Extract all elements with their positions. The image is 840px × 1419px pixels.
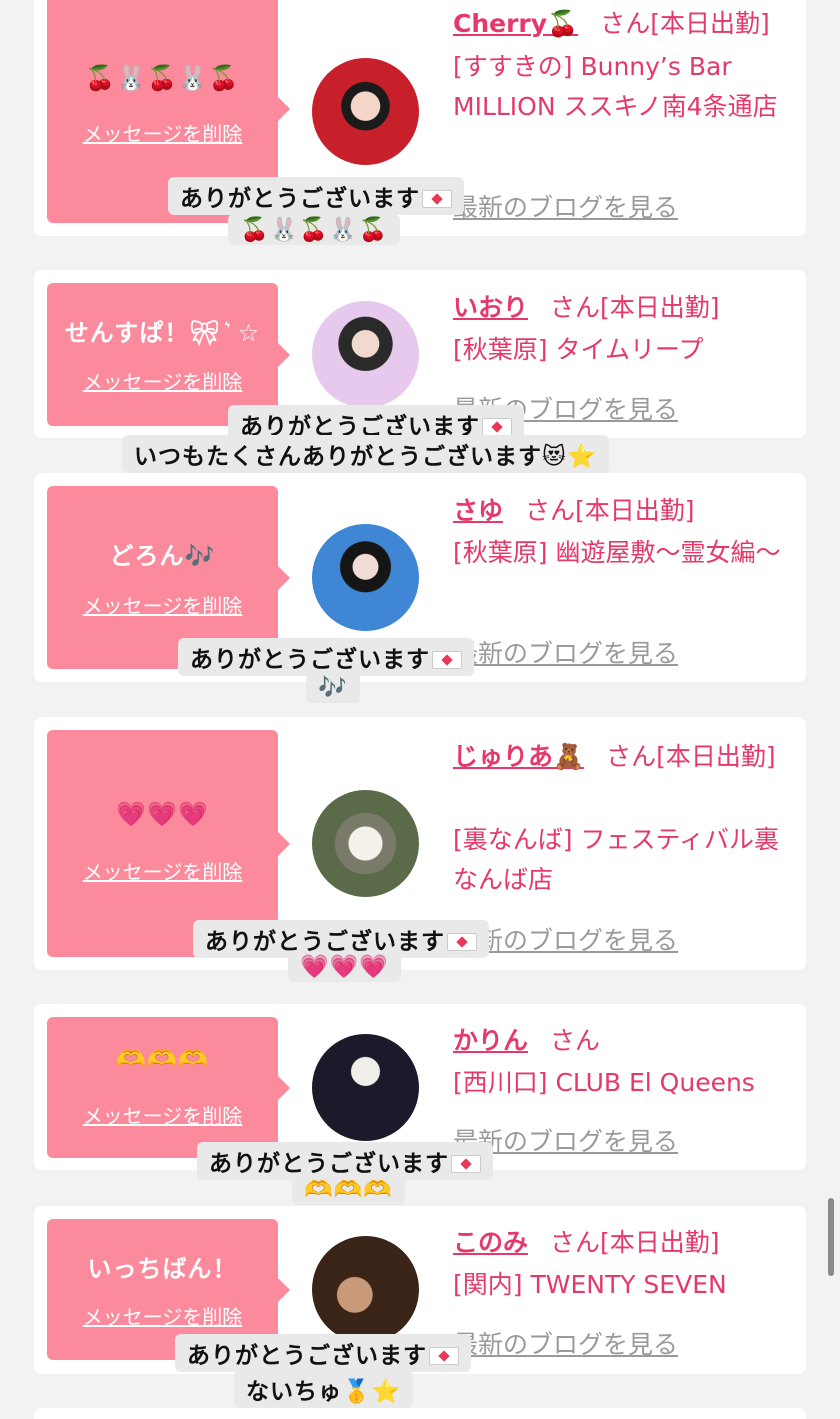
cast-name-line: Cherry🍒 さん[本日出勤] <box>453 4 770 40</box>
reply-text: ありがとうございます <box>190 647 430 673</box>
message-bubble: 🫶🫶🫶 メッセージを削除 <box>47 1017 290 1158</box>
avatar[interactable] <box>312 1236 419 1343</box>
shop-info: [関内] TWENTY SEVEN <box>453 1270 727 1299</box>
message-text: いっちばん！ <box>87 1255 238 1283</box>
cast-name-link[interactable]: このみ <box>453 1228 528 1257</box>
work-status: [本日出勤] <box>600 1228 720 1257</box>
san-label: さん <box>600 9 651 38</box>
envelope-heart-icon <box>451 1155 481 1173</box>
scrollbar-thumb[interactable] <box>828 1198 834 1276</box>
san-label: さん <box>550 293 601 322</box>
reply-bubble-line1: ありがとうございます <box>175 1334 471 1372</box>
shop-info: [裏なんば] フェスティバル裏なんば店 <box>453 825 779 894</box>
cast-name-link[interactable]: じゅりあ🧸 <box>453 742 584 771</box>
reply-bubble-line2: ないちゅ🥇⭐️ <box>234 1370 414 1408</box>
reply-bubble-line2: 💗💗💗 <box>288 951 401 982</box>
avatar[interactable] <box>312 58 419 165</box>
reply-bubble-line2: 🍒🐰🍒🐰🍒 <box>228 214 401 245</box>
latest-blog-link[interactable]: 最新のブログを見る <box>453 634 678 670</box>
avatar[interactable] <box>312 524 419 631</box>
message-text: 💗💗💗 <box>116 800 209 828</box>
message-text: せんすぱ！🎀︎︎ ͛ ☆ <box>64 319 261 347</box>
latest-blog-link[interactable]: 最新のブログを見る <box>453 1325 678 1361</box>
cast-name-line: さゆ さん[本日出勤] <box>453 491 695 527</box>
san-label: さん <box>550 1228 601 1257</box>
reply-bubble-line2: 🎶 <box>306 672 360 703</box>
delete-message-link[interactable]: メッセージを削除 <box>47 366 278 395</box>
envelope-heart-icon <box>422 190 452 208</box>
envelope-heart-icon <box>482 418 512 436</box>
delete-message-link[interactable]: メッセージを削除 <box>47 118 278 147</box>
cast-name-line: じゅりあ🧸 さん[本日出勤] <box>453 735 788 779</box>
cast-name-link[interactable]: Cherry🍒 <box>453 9 578 38</box>
latest-blog-link[interactable]: 最新のブログを見る <box>453 188 678 224</box>
message-text: どろん🎶 <box>109 542 216 570</box>
cast-name-line: このみ さん[本日出勤] <box>453 1223 720 1259</box>
shop-info: [西川口] CLUB El Queens <box>453 1068 755 1097</box>
envelope-heart-icon <box>447 933 477 951</box>
cast-name-line: かりん さん <box>453 1021 600 1057</box>
work-status: [本日出勤] <box>600 293 720 322</box>
envelope-heart-icon <box>429 1347 459 1365</box>
avatar[interactable] <box>312 1034 419 1141</box>
reply-bubble-line2: 🫶🫶🫶 <box>292 1174 405 1205</box>
delete-message-link[interactable]: メッセージを削除 <box>47 1100 278 1129</box>
work-status: [本日出勤] <box>650 9 770 38</box>
reply-bubble-line1: ありがとうございます <box>178 638 474 676</box>
reply-text: ありがとうございます <box>187 1343 427 1369</box>
shop-info: [秋葉原] 幽遊屋敷～霊女編～ <box>453 538 781 567</box>
cast-name-link[interactable]: いおり <box>453 293 528 322</box>
delete-message-link[interactable]: メッセージを削除 <box>47 1301 278 1330</box>
san-label: さん <box>525 496 576 525</box>
message-text: 🍒🐰🍒🐰🍒 <box>85 64 240 92</box>
san-label: さん <box>550 1026 601 1055</box>
cast-name-link[interactable]: さゆ <box>453 496 503 525</box>
shop-info: [秋葉原] タイムリープ <box>453 335 704 364</box>
avatar[interactable] <box>312 790 419 897</box>
message-text: 🫶🫶🫶 <box>116 1045 209 1073</box>
envelope-heart-icon <box>432 651 462 669</box>
cast-name-link[interactable]: かりん <box>453 1026 528 1055</box>
work-status: [本日出勤] <box>575 496 695 525</box>
san-label: さん <box>606 742 657 771</box>
shop-info: [すすきの] Bunny’s Bar MILLION ススキノ南4条通店 <box>453 52 778 121</box>
delete-message-link[interactable]: メッセージを削除 <box>47 856 278 885</box>
reply-bubble-line1: ありがとうございます <box>168 177 464 215</box>
work-status: [本日出勤] <box>656 742 776 771</box>
reply-text: ありがとうございます <box>180 186 420 212</box>
avatar[interactable] <box>312 301 419 408</box>
reply-bubble-line2: いつもたくさんありがとうございます😻⭐️ <box>122 435 609 473</box>
cast-name-line: いおり さん[本日出勤] <box>453 288 720 324</box>
message-card-partial <box>34 1408 806 1419</box>
delete-message-link[interactable]: メッセージを削除 <box>47 590 278 619</box>
